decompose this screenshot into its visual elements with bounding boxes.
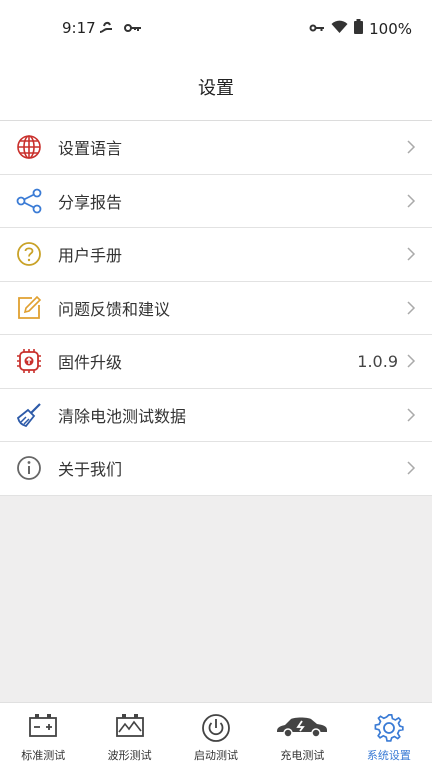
chevron-right-icon	[406, 300, 416, 316]
chevron-right-icon	[406, 407, 416, 423]
key-icon	[124, 20, 142, 40]
menu-item-manual[interactable]: 用户手册	[0, 228, 432, 282]
chevron-right-icon	[406, 246, 416, 262]
menu-item-label: 问题反馈和建议	[58, 299, 171, 319]
power-icon	[201, 713, 231, 747]
tab-label: 波形测试	[107, 749, 152, 762]
share-icon	[15, 187, 43, 215]
tab-label: 启动测试	[194, 749, 239, 762]
menu-item-label: 设置语言	[58, 139, 123, 159]
menu-item-feedback[interactable]: 问题反馈和建议	[0, 282, 432, 335]
status-time: 9:17	[62, 19, 96, 37]
menu-item-language[interactable]: 设置语言	[0, 121, 432, 175]
car-charge-icon	[275, 713, 329, 743]
page-title: 设置	[198, 78, 234, 99]
menu-item-label: 清除电池测试数据	[58, 406, 187, 426]
settings-menu: 设置语言 分享报告 用户手册 问题反馈和建议 固件升级 1.0.9 清除电池测试…	[0, 120, 432, 496]
battery-percent: 100%	[369, 19, 412, 38]
tab-label: 系统设置	[366, 749, 411, 762]
chevron-right-icon	[406, 353, 416, 369]
tab-charge-test[interactable]: 充电测试	[259, 703, 345, 768]
firmware-version: 1.0.9	[357, 351, 398, 371]
gear-icon	[374, 713, 404, 747]
menu-item-share[interactable]: 分享报告	[0, 175, 432, 228]
vpn-key-icon	[309, 19, 325, 38]
menu-item-firmware[interactable]: 固件升级 1.0.9	[0, 335, 432, 389]
help-icon	[15, 240, 43, 268]
menu-item-label: 用户手册	[58, 246, 123, 266]
tab-standard-test[interactable]: 标准测试	[0, 703, 86, 768]
info-icon	[15, 454, 43, 482]
tab-label: 标准测试	[21, 749, 66, 762]
menu-item-clear-data[interactable]: 清除电池测试数据	[0, 389, 432, 442]
menu-item-label: 固件升级	[58, 353, 123, 373]
status-bar: 9:17 100%	[0, 0, 432, 58]
menu-item-about[interactable]: 关于我们	[0, 442, 432, 496]
globe-icon	[15, 133, 43, 161]
chevron-right-icon	[406, 193, 416, 209]
battery-icon	[28, 713, 58, 743]
hand-icon	[98, 20, 116, 40]
page-header: 设置	[0, 58, 432, 120]
battery-status-icon	[354, 19, 364, 38]
tab-label: 充电测试	[280, 749, 325, 762]
edit-icon	[15, 294, 43, 322]
tab-waveform-test[interactable]: 波形测试	[86, 703, 172, 768]
tab-start-test[interactable]: 启动测试	[173, 703, 259, 768]
chevron-right-icon	[406, 460, 416, 476]
broom-icon	[15, 401, 43, 429]
menu-item-label: 关于我们	[58, 460, 123, 480]
chevron-right-icon	[406, 139, 416, 155]
waveform-icon	[115, 713, 145, 743]
tab-system-settings[interactable]: 系统设置	[346, 703, 432, 768]
bottom-tab-bar: 标准测试 波形测试 启动测试 充电测试 系统设置	[0, 702, 432, 768]
firmware-icon	[15, 347, 43, 375]
menu-item-label: 分享报告	[58, 192, 123, 212]
wifi-icon	[331, 19, 348, 38]
